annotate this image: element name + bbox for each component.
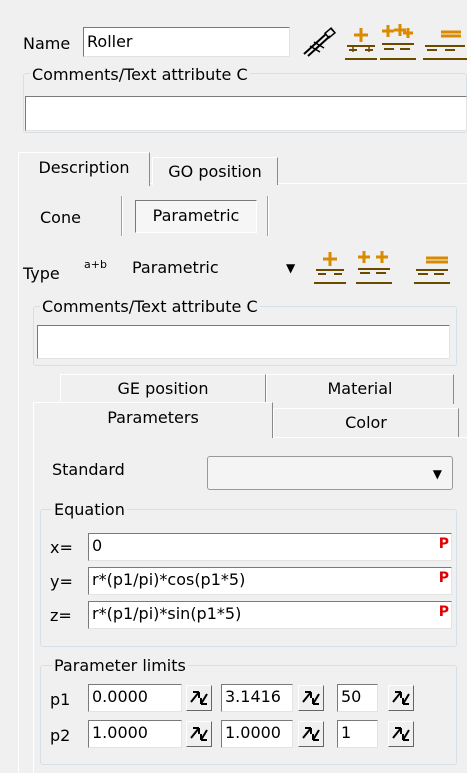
tab-description[interactable]: Description (18, 152, 150, 186)
name-label: Name (23, 34, 71, 53)
p1-min-input[interactable]: 0.0000 (88, 684, 182, 712)
p-marker-icon[interactable]: P (439, 602, 449, 622)
add-after-icon[interactable] (412, 250, 452, 286)
p-marker-icon[interactable]: P (439, 568, 449, 588)
inner-comments-legend: Comments/Text attribute C (40, 297, 260, 316)
parameter-limits-group (40, 665, 457, 765)
tab-ge-position[interactable]: GE position (60, 374, 266, 404)
subtab-divider (267, 196, 269, 236)
y-equation-input[interactable]: r*(p1/pi)*cos(p1*5) P (88, 567, 452, 595)
x-equation-value: 0 (92, 536, 103, 555)
name-input[interactable]: Roller (83, 27, 290, 57)
x-equation-input[interactable]: 0 P (88, 533, 452, 561)
p2-min-input[interactable]: 1.0000 (88, 720, 182, 748)
add-before-icon[interactable] (343, 26, 379, 62)
p1-steps-spinner[interactable] (388, 685, 414, 711)
z-equation-input[interactable]: r*(p1/pi)*sin(p1*5) P (88, 601, 452, 629)
tab-go-position[interactable]: GO position (152, 157, 278, 185)
p1-max-input[interactable]: 3.1416 (221, 684, 293, 712)
tab-parameters[interactable]: Parameters (33, 402, 273, 438)
p1-label: p1 (50, 690, 71, 709)
add-multiple-icon[interactable] (354, 248, 394, 286)
spin-arrows-icon (190, 691, 208, 705)
subtab-parametric[interactable]: Parametric (135, 200, 257, 233)
equation-legend: Equation (52, 500, 127, 519)
spin-arrows-icon (190, 727, 208, 741)
chevron-down-icon: ▼ (286, 261, 296, 275)
spin-arrows-icon (302, 727, 320, 741)
z-label: z= (50, 606, 72, 625)
p2-min-spinner[interactable] (186, 721, 212, 747)
p1-steps-input[interactable]: 50 (337, 684, 378, 712)
tab-material[interactable]: Material (266, 374, 454, 404)
z-equation-value: r*(p1/pi)*sin(p1*5) (92, 604, 242, 623)
comments-input[interactable] (25, 96, 467, 131)
add-before-icon[interactable] (312, 250, 348, 286)
p-marker-icon[interactable]: P (439, 534, 449, 554)
p1-min-spinner[interactable] (186, 685, 212, 711)
spin-arrows-icon (392, 691, 410, 705)
standard-select[interactable]: ▼ (207, 456, 453, 490)
p2-label: p2 (50, 726, 71, 745)
x-label: x= (50, 538, 73, 557)
y-label: y= (50, 572, 73, 591)
type-select[interactable]: a+b Parametric ▼ (84, 252, 314, 284)
spin-arrows-icon (302, 691, 320, 705)
tab-color[interactable]: Color (273, 408, 459, 438)
standard-label: Standard (52, 460, 125, 479)
edit-link-icon[interactable] (300, 26, 340, 60)
chevron-down-icon: ▼ (432, 467, 442, 481)
p2-max-spinner[interactable] (298, 721, 324, 747)
add-after-icon[interactable] (421, 26, 467, 62)
p2-steps-input[interactable]: 1 (337, 720, 378, 748)
subtab-divider (121, 196, 123, 236)
spin-arrows-icon (392, 727, 410, 741)
type-value: Parametric (132, 258, 219, 277)
inner-comments-input[interactable] (37, 325, 450, 359)
parameter-limits-legend: Parameter limits (52, 656, 188, 675)
p1-max-spinner[interactable] (298, 685, 324, 711)
add-multiple-icon[interactable] (378, 22, 418, 62)
comments-legend: Comments/Text attribute C (30, 65, 250, 84)
type-badge: a+b (84, 258, 107, 271)
type-label: Type (23, 264, 60, 283)
p2-steps-spinner[interactable] (388, 721, 414, 747)
y-equation-value: r*(p1/pi)*cos(p1*5) (92, 570, 246, 589)
p2-max-input[interactable]: 1.0000 (221, 720, 293, 748)
subtab-cone[interactable]: Cone (40, 208, 81, 228)
